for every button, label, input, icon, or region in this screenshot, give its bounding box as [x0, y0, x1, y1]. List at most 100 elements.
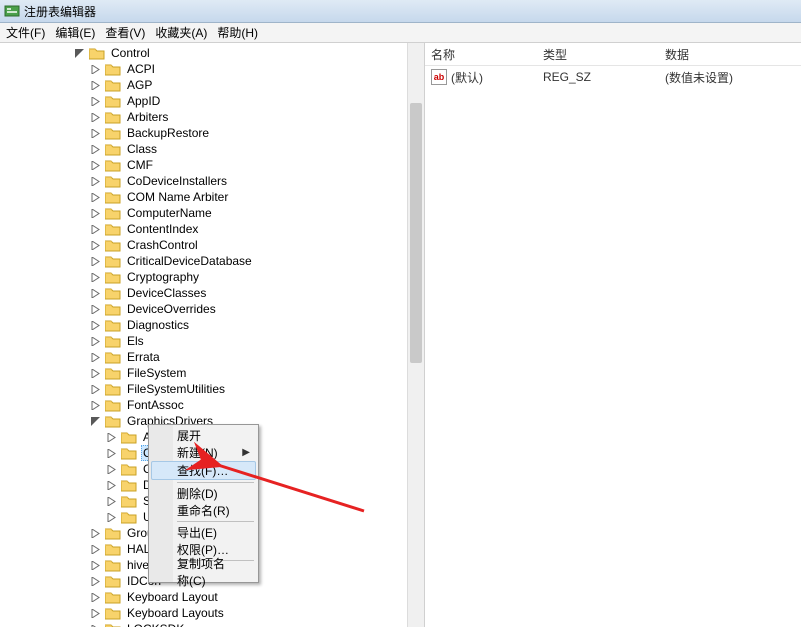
value-row[interactable]: ab (默认) REG_SZ (数值未设置) — [425, 66, 801, 86]
expand-toggle-icon[interactable] — [90, 240, 101, 251]
tree-item[interactable]: Cryptography — [0, 269, 254, 285]
scroll-thumb[interactable] — [410, 103, 422, 363]
ctx-new[interactable]: 新建(N)▶ — [151, 444, 256, 461]
tree-item[interactable]: CoDeviceInstallers — [0, 173, 254, 189]
folder-icon — [121, 479, 137, 492]
tree-item[interactable]: ContentIndex — [0, 221, 254, 237]
tree-item[interactable]: Keyboard Layouts — [0, 605, 254, 621]
expand-toggle-icon[interactable] — [90, 192, 101, 203]
string-value-icon: ab — [431, 69, 447, 85]
expand-toggle-icon[interactable] — [90, 256, 101, 267]
expand-toggle-icon[interactable] — [90, 144, 101, 155]
ctx-find[interactable]: 查找(F)… — [151, 461, 256, 480]
expand-toggle-icon[interactable] — [90, 320, 101, 331]
menubar: 文件(F) 编辑(E) 查看(V) 收藏夹(A) 帮助(H) — [0, 23, 801, 43]
expand-toggle-icon[interactable] — [90, 384, 101, 395]
ctx-export[interactable]: 导出(E) — [151, 524, 256, 541]
expand-toggle-icon[interactable] — [90, 208, 101, 219]
expand-toggle-icon[interactable] — [106, 464, 117, 475]
expand-toggle-icon[interactable] — [106, 432, 117, 443]
expand-toggle-icon[interactable] — [74, 48, 85, 59]
tree-item[interactable]: AGP — [0, 77, 254, 93]
tree-item[interactable]: BackupRestore — [0, 125, 254, 141]
menu-edit[interactable]: 编辑(E) — [55, 24, 95, 41]
tree-item[interactable]: Errata — [0, 349, 254, 365]
col-name[interactable]: 名称 — [425, 46, 537, 63]
expand-toggle-icon[interactable] — [90, 80, 101, 91]
menu-favorites[interactable]: 收藏夹(A) — [155, 24, 207, 41]
tree-item-label: Els — [125, 334, 146, 348]
tree-item[interactable]: LOCKSDK — [0, 621, 254, 627]
tree-item-label: ComputerName — [125, 206, 214, 220]
tree-item[interactable]: DeviceClasses — [0, 285, 254, 301]
ctx-expand[interactable]: 展开 — [151, 427, 256, 444]
expand-toggle-icon[interactable] — [90, 128, 101, 139]
menu-file[interactable]: 文件(F) — [6, 24, 45, 41]
expand-toggle-icon[interactable] — [90, 624, 101, 627]
menu-help[interactable]: 帮助(H) — [217, 24, 258, 41]
col-type[interactable]: 类型 — [537, 46, 659, 63]
expand-toggle-icon[interactable] — [106, 480, 117, 491]
expand-toggle-icon[interactable] — [90, 224, 101, 235]
menu-view[interactable]: 查看(V) — [105, 24, 145, 41]
expand-toggle-icon[interactable] — [90, 608, 101, 619]
tree-item-label: ACPI — [125, 62, 157, 76]
expand-toggle-icon[interactable] — [90, 96, 101, 107]
expand-toggle-icon[interactable] — [106, 512, 117, 523]
ctx-delete[interactable]: 删除(D) — [151, 485, 256, 502]
tree-item[interactable]: COM Name Arbiter — [0, 189, 254, 205]
expand-toggle-icon[interactable] — [90, 272, 101, 283]
folder-icon — [105, 399, 121, 412]
expand-toggle-icon[interactable] — [90, 176, 101, 187]
tree-item[interactable]: AppID — [0, 93, 254, 109]
folder-icon — [105, 527, 121, 540]
ctx-rename[interactable]: 重命名(R) — [151, 502, 256, 519]
tree-item[interactable]: ComputerName — [0, 205, 254, 221]
tree-item[interactable]: CMF — [0, 157, 254, 173]
folder-icon — [105, 223, 121, 236]
tree-item[interactable]: Class — [0, 141, 254, 157]
expand-toggle-icon[interactable] — [90, 576, 101, 587]
folder-icon — [105, 175, 121, 188]
tree-item[interactable]: Arbiters — [0, 109, 254, 125]
expand-toggle-icon[interactable] — [90, 544, 101, 555]
tree-item[interactable]: FileSystem — [0, 365, 254, 381]
expand-toggle-icon[interactable] — [90, 336, 101, 347]
tree-item-label: FileSystemUtilities — [125, 382, 227, 396]
ctx-copy-key-name[interactable]: 复制项名称(C) — [151, 563, 256, 580]
expand-toggle-icon[interactable] — [106, 448, 117, 459]
ctx-new-label: 新建(N) — [177, 444, 218, 461]
tree-item[interactable]: FileSystemUtilities — [0, 381, 254, 397]
value-header: 名称 类型 数据 — [425, 43, 801, 66]
expand-toggle-icon[interactable] — [90, 112, 101, 123]
tree-scrollbar[interactable] — [407, 43, 424, 627]
expand-toggle-icon[interactable] — [90, 64, 101, 75]
tree-item-label: Errata — [125, 350, 162, 364]
expand-toggle-icon[interactable] — [90, 528, 101, 539]
expand-toggle-icon[interactable] — [90, 592, 101, 603]
folder-icon — [105, 287, 121, 300]
tree-item-label: BackupRestore — [125, 126, 211, 140]
tree-item[interactable]: CrashControl — [0, 237, 254, 253]
tree-item[interactable]: DeviceOverrides — [0, 301, 254, 317]
tree-item[interactable]: CriticalDeviceDatabase — [0, 253, 254, 269]
col-data[interactable]: 数据 — [659, 46, 801, 63]
tree-item[interactable]: Diagnostics — [0, 317, 254, 333]
folder-icon — [89, 47, 105, 60]
expand-toggle-icon[interactable] — [90, 560, 101, 571]
expand-toggle-icon[interactable] — [90, 368, 101, 379]
expand-toggle-icon[interactable] — [90, 288, 101, 299]
expand-toggle-icon[interactable] — [106, 496, 117, 507]
tree-item[interactable]: Els — [0, 333, 254, 349]
expand-toggle-icon[interactable] — [90, 160, 101, 171]
tree-item[interactable]: FontAssoc — [0, 397, 254, 413]
folder-icon — [105, 351, 121, 364]
expand-toggle-icon[interactable] — [90, 400, 101, 411]
expand-toggle-icon[interactable] — [90, 416, 101, 427]
tree-item[interactable]: ACPI — [0, 61, 254, 77]
folder-icon — [105, 143, 121, 156]
tree-item[interactable]: Keyboard Layout — [0, 589, 254, 605]
tree-item[interactable]: Control — [0, 45, 254, 61]
expand-toggle-icon[interactable] — [90, 304, 101, 315]
expand-toggle-icon[interactable] — [90, 352, 101, 363]
